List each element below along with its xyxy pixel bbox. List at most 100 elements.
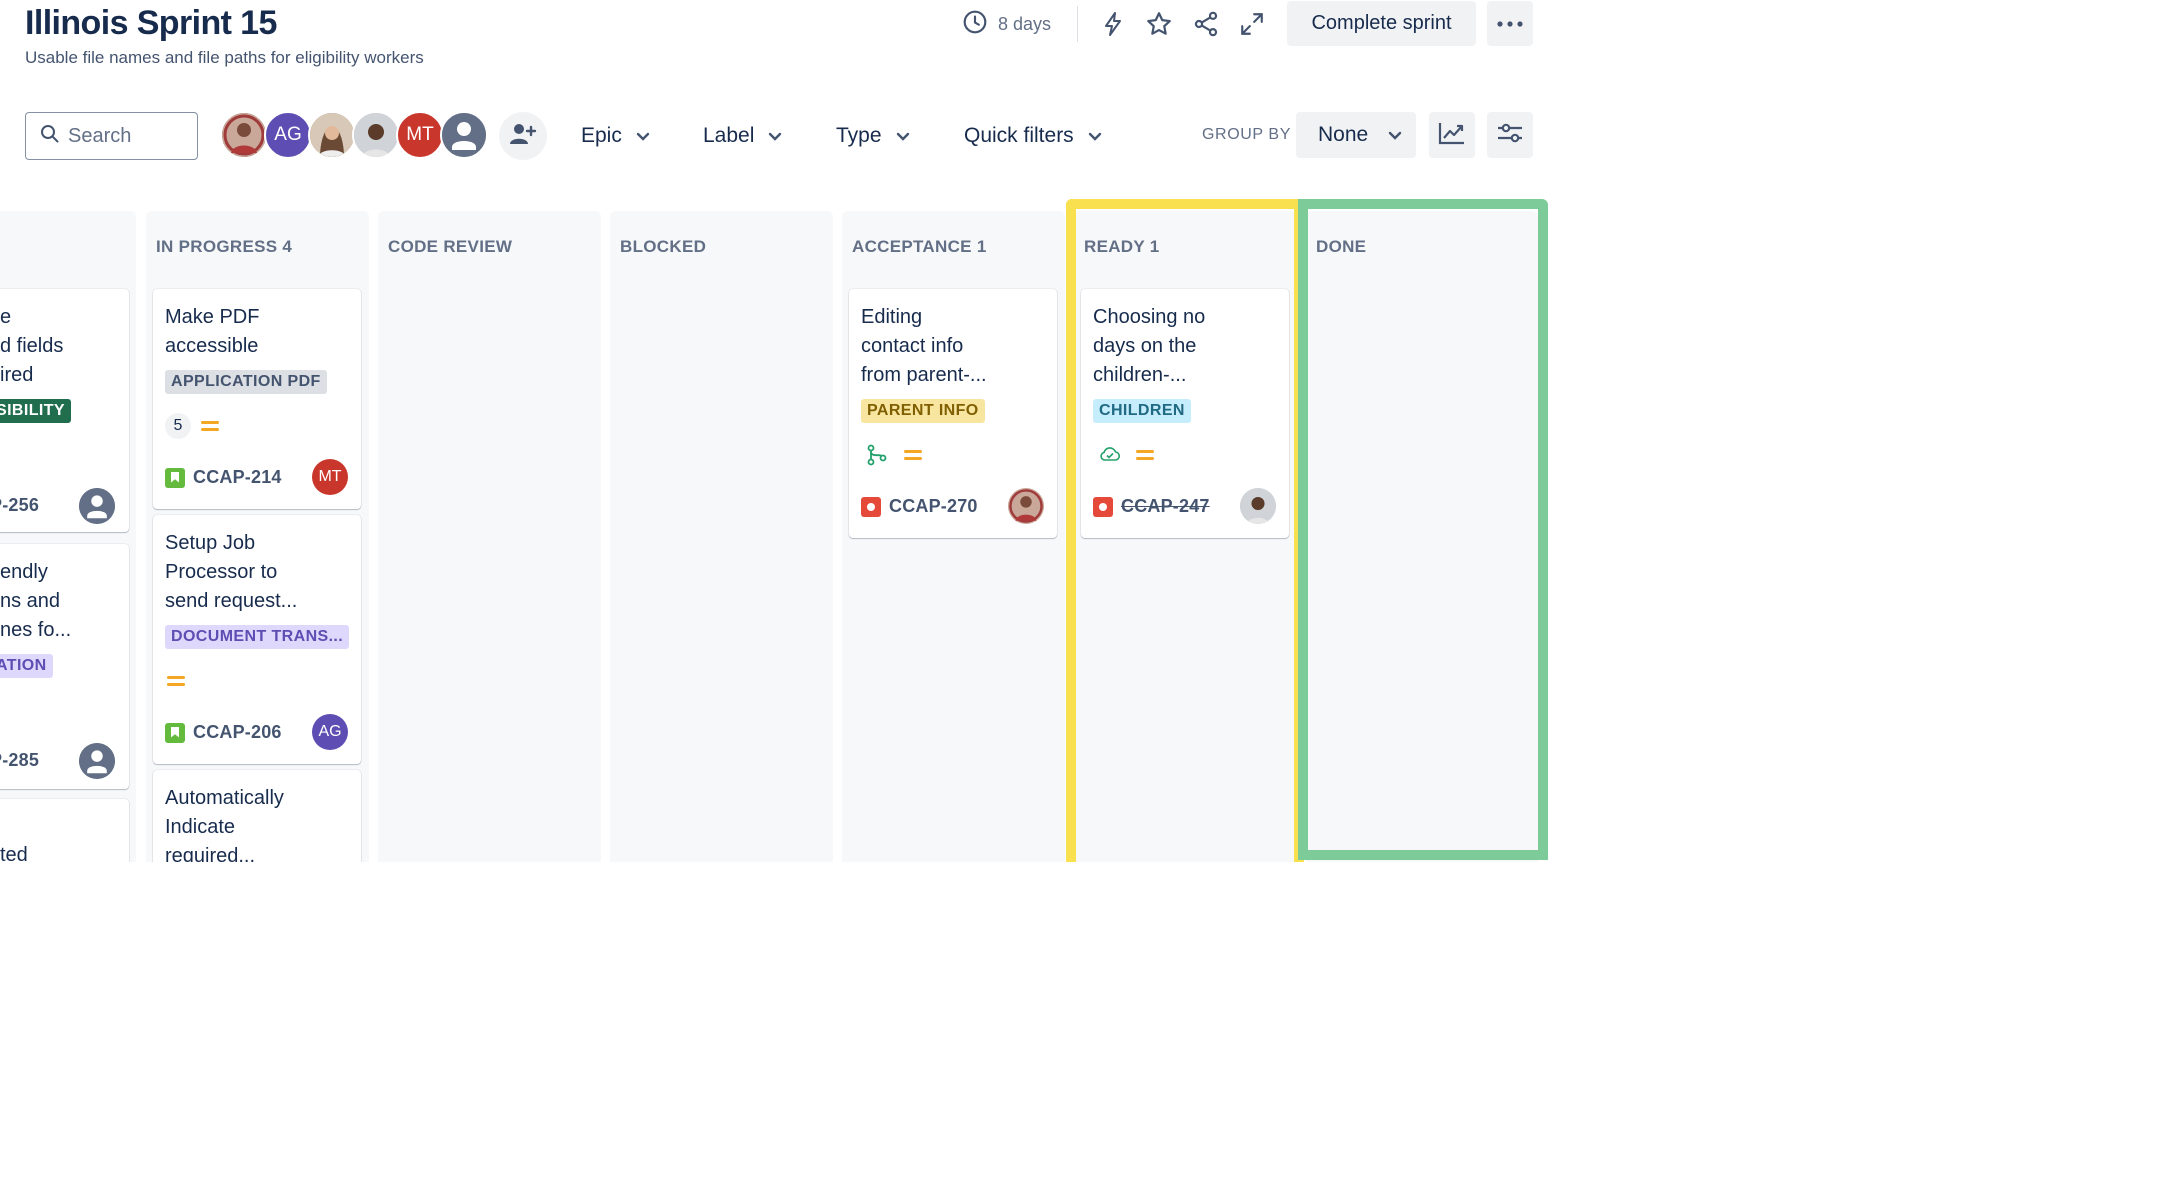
clock-icon [962, 9, 988, 40]
avatar [1240, 488, 1276, 524]
insights-button[interactable] [1429, 112, 1475, 158]
card-title-line: ns and [0, 590, 61, 612]
search-placeholder: Search [68, 124, 132, 147]
branch-icon [867, 444, 887, 471]
avatar [1008, 488, 1044, 524]
card-title-line: Editing [861, 306, 923, 328]
card-title-line: Processor to [165, 561, 278, 583]
card-title: ted [0, 841, 28, 862]
card-title-line: ired [0, 364, 34, 386]
card[interactable]: ted [0, 799, 129, 862]
column-in-progress: IN PROGRESS 4 Make PDF accessible APPLIC… [146, 211, 369, 862]
card-title-line: from parent-... [861, 364, 987, 386]
column-title: IN PROGRESS 4 [156, 237, 293, 256]
card-title-line: Indicate [165, 816, 236, 838]
column-title: DONE [1316, 237, 1367, 256]
header-divider [1077, 6, 1078, 42]
bug-icon [861, 496, 881, 517]
issue-key[interactable]: CCAP-270 [861, 496, 978, 517]
filter-label: Type [836, 124, 882, 147]
story-icon [165, 467, 185, 488]
card-title-line: children-... [1093, 364, 1187, 386]
story-points: 5 [165, 413, 191, 439]
add-person-icon [509, 122, 537, 151]
column-acceptance: ACCEPTANCE 1 Editing contact info from p… [842, 211, 1065, 862]
avatar [79, 488, 115, 524]
card-title-line: endly [0, 561, 48, 583]
chevron-down-icon [1088, 124, 1102, 148]
avatar[interactable]: MT [396, 111, 444, 159]
card[interactable]: Automatically Indicate required... [153, 770, 361, 862]
filter-label: Label [703, 124, 755, 147]
card[interactable]: Choosing no days on the children-... CHI… [1081, 289, 1289, 538]
column-title: READY 1 [1084, 237, 1160, 256]
column-ready: READY 1 Choosing no days on the children… [1074, 211, 1297, 862]
avatar[interactable] [220, 111, 268, 159]
epic-lozenge: APPLICATION PDF [165, 370, 327, 394]
story-icon [165, 722, 185, 743]
epic-lozenge: CHILDREN [1093, 399, 1191, 423]
sprint-goal: Usable file names and file paths for eli… [25, 48, 424, 67]
avatar[interactable] [440, 111, 488, 159]
type-filter[interactable]: Type [836, 112, 910, 160]
avatar-initials: MT [318, 468, 342, 485]
avatar[interactable] [308, 111, 356, 159]
more-icon[interactable] [1487, 1, 1533, 46]
column-done: DONE [1306, 211, 1538, 862]
expand-icon[interactable] [1236, 8, 1268, 40]
card-title-line: Make PDF [165, 306, 260, 328]
filter-label: Quick filters [964, 124, 1074, 147]
days-remaining[interactable]: 8 days [962, 8, 1051, 40]
card-title-line: nes fo... [0, 619, 72, 641]
bug-icon [1093, 496, 1113, 517]
add-people-button[interactable] [499, 112, 547, 160]
issue-key[interactable]: P-285 [0, 750, 39, 771]
epic-filter[interactable]: Epic [581, 112, 650, 160]
quick-filters[interactable]: Quick filters [964, 112, 1102, 160]
card-title-line: d fields [0, 335, 64, 357]
chart-trend-icon [1437, 120, 1467, 151]
column-title: ACCEPTANCE 1 [852, 237, 987, 256]
avatar[interactable] [352, 111, 400, 159]
lightning-icon[interactable] [1097, 8, 1129, 40]
issue-key[interactable]: CCAP-214 [165, 467, 282, 488]
star-icon[interactable] [1143, 8, 1175, 40]
card[interactable]: Make PDF accessible APPLICATION PDF 5 CC… [153, 289, 361, 509]
card[interactable]: endly ns and nes fo... ATION P-285 [0, 544, 129, 789]
issue-key-text: CCAP-214 [193, 467, 282, 487]
card-title: Make PDF accessible [165, 303, 259, 361]
issue-key[interactable]: P-256 [0, 495, 39, 516]
avatar: MT [312, 459, 348, 495]
issue-key-text: CCAP-247 [1121, 496, 1210, 516]
avatar-initials: AG [318, 723, 342, 740]
avatar [79, 743, 115, 779]
epic-lozenge: PARENT INFO [861, 399, 985, 423]
chevron-down-icon [896, 124, 910, 148]
issue-key-text: CCAP-270 [889, 496, 978, 516]
issue-key[interactable]: CCAP-206 [165, 722, 282, 743]
card-title: Setup Job Processor to send request... [165, 529, 297, 616]
search-input[interactable]: Search [25, 112, 198, 160]
epic-lozenge: ATION [0, 654, 53, 678]
chevron-down-icon [768, 124, 782, 148]
card-title-line: required... [165, 845, 256, 862]
card-title: endly ns and nes fo... [0, 558, 71, 645]
avatar[interactable]: AG [264, 111, 312, 159]
priority-medium-icon [1136, 449, 1154, 461]
complete-sprint-button[interactable]: Complete sprint [1287, 1, 1476, 46]
card[interactable]: Setup Job Processor to send request... D… [153, 515, 361, 764]
card-title: Editing contact info from parent-... [861, 303, 987, 390]
card-title-line: e [0, 306, 12, 328]
card[interactable]: Editing contact info from parent-... PAR… [849, 289, 1057, 538]
share-icon[interactable] [1190, 8, 1222, 40]
label-filter[interactable]: Label [703, 112, 782, 160]
priority-medium-icon [201, 420, 219, 432]
avatar-initials: MT [406, 124, 434, 145]
card-title-line: contact info [861, 335, 964, 357]
avatar: AG [312, 714, 348, 750]
group-by-select[interactable]: None [1296, 112, 1416, 158]
view-settings-button[interactable] [1487, 112, 1533, 158]
issue-key[interactable]: CCAP-247 [1093, 496, 1210, 517]
search-icon [40, 124, 60, 149]
card[interactable]: e d fields ired SIBILITY P-256 [0, 289, 129, 532]
